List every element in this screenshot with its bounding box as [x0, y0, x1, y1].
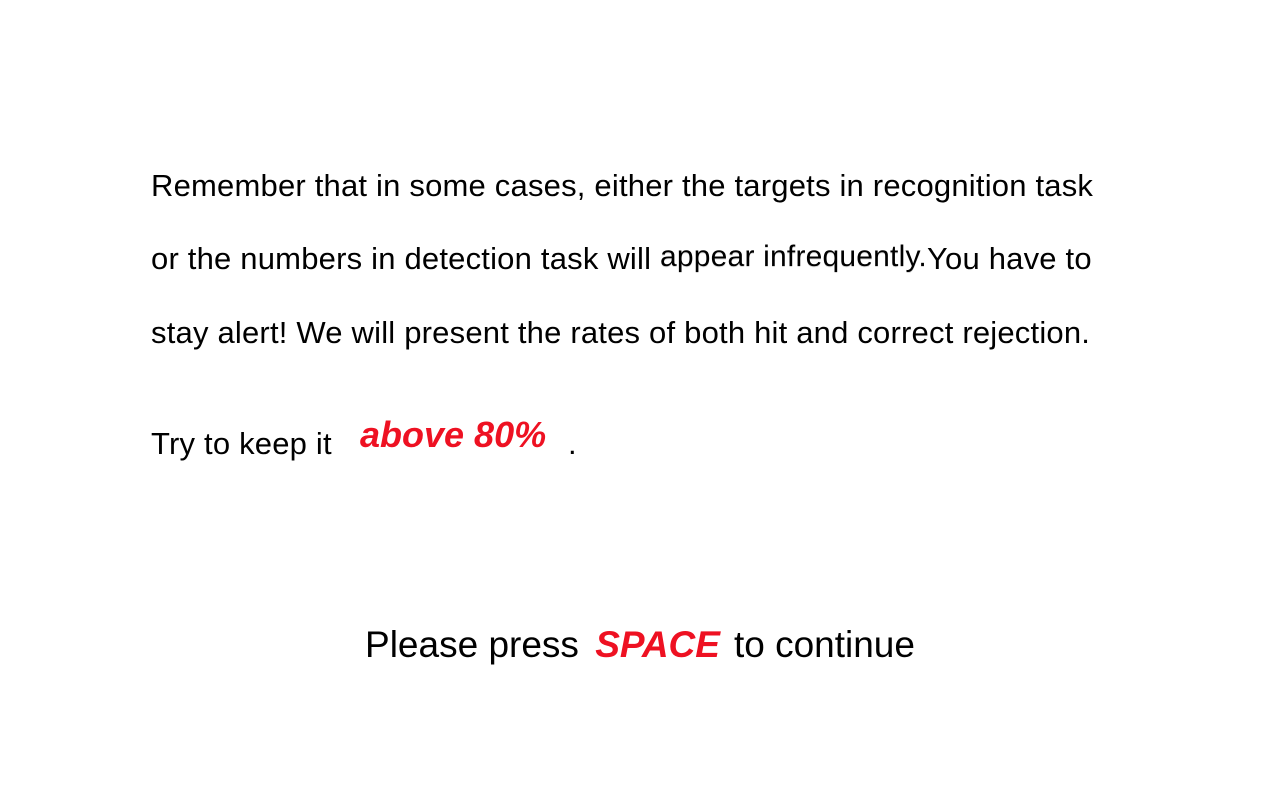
space-key-label: SPACE — [595, 624, 720, 665]
instruction-line-1: Remember that in some cases, either the … — [151, 168, 1094, 203]
continue-prefix: Please press — [365, 624, 579, 665]
instruction-screen: Remember that in some cases, either the … — [0, 0, 1280, 800]
keep-prefix: Try to keep it — [151, 426, 332, 461]
continue-prompt: Please press SPACE to continue — [0, 622, 1280, 668]
infrequent-emphasis: appear infrequently. — [660, 240, 927, 273]
continue-suffix: to continue — [733, 624, 915, 665]
instruction-line-2-end: You have to — [926, 241, 1092, 276]
instruction-line-3: stay alert! We will present the rates of… — [151, 315, 1091, 350]
target-rate-highlight: above 80% — [360, 414, 547, 455]
keep-suffix: . — [568, 426, 577, 461]
instruction-line-2: or the numbers in detection task will ap… — [151, 239, 1092, 280]
instruction-line-2-start: or the numbers in detection task will — [151, 241, 661, 276]
